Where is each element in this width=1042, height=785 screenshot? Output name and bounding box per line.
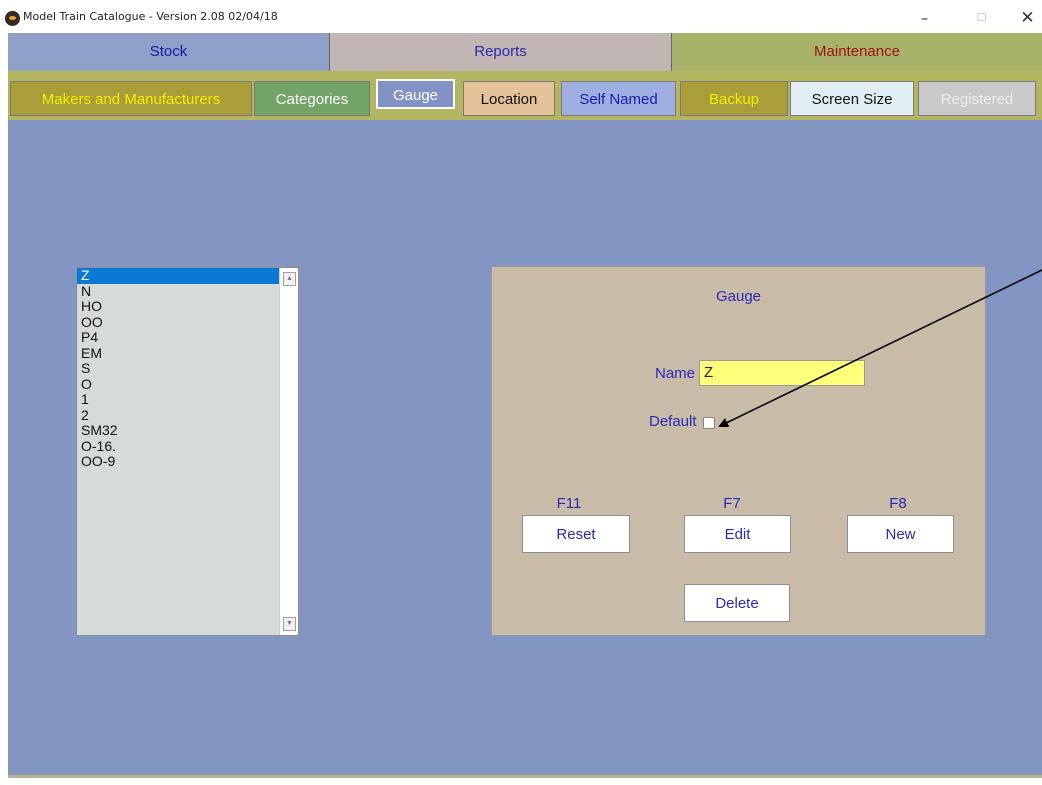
new-button[interactable]: New [847, 515, 954, 553]
list-item[interactable]: Z [77, 267, 279, 284]
list-item[interactable]: O-16. [77, 438, 279, 455]
gauge-list[interactable]: Z N HO OO P4 EM S O 1 2 SM32 O-16. OO-9 … [76, 267, 299, 636]
list-item[interactable]: 1 [77, 391, 279, 408]
list-item[interactable]: O [77, 376, 279, 393]
list-scrollbar[interactable]: ▲ ▼ [279, 268, 298, 635]
gauge-list-items: Z N HO OO P4 EM S O 1 2 SM32 O-16. OO-9 [77, 267, 279, 470]
sub-tab-bar: Makers and Manufacturers Categories Gaug… [8, 71, 1042, 120]
tab-stock[interactable]: Stock [8, 33, 330, 71]
tab-maintenance[interactable]: Maintenance [672, 33, 1042, 71]
new-shortcut-label: F8 [889, 495, 907, 512]
subtab-categories[interactable]: Categories [254, 81, 370, 116]
subtab-gauge[interactable]: Gauge [376, 79, 455, 109]
edit-shortcut-label: F7 [723, 495, 741, 512]
subtab-makers-and-manufacturers[interactable]: Makers and Manufacturers [10, 81, 252, 116]
subtab-backup[interactable]: Backup [680, 81, 788, 116]
title-bar: Model Train Catalogue - Version 2.08 02/… [0, 0, 1042, 33]
list-item[interactable]: 2 [77, 407, 279, 424]
default-checkbox[interactable] [703, 417, 715, 429]
name-label: Name [655, 365, 696, 382]
maximize-button[interactable]: ☐ [959, 5, 1004, 31]
delete-button[interactable]: Delete [684, 584, 790, 622]
list-item[interactable]: OO-9 [77, 453, 279, 470]
tab-reports[interactable]: Reports [330, 33, 672, 71]
gauge-panel: Gauge Name Z Default F11 F7 F8 Reset Edi… [491, 266, 986, 636]
edit-button[interactable]: Edit [684, 515, 791, 553]
list-item[interactable]: N [77, 283, 279, 300]
panel-title: Gauge [715, 288, 762, 305]
default-label: Default [649, 413, 697, 430]
reset-button[interactable]: Reset [522, 515, 630, 553]
list-item[interactable]: OO [77, 314, 279, 331]
scroll-up-icon[interactable]: ▲ [283, 272, 296, 286]
subtab-location[interactable]: Location [463, 81, 555, 116]
window-title: Model Train Catalogue - Version 2.08 02/… [23, 10, 278, 23]
scroll-down-icon[interactable]: ▼ [283, 617, 296, 631]
close-button[interactable]: ✕ [1005, 5, 1042, 31]
bottom-border [8, 775, 1042, 778]
list-item[interactable]: SM32 [77, 422, 279, 439]
list-item[interactable]: S [77, 360, 279, 377]
minimize-button[interactable]: – [902, 5, 947, 31]
list-item[interactable]: HO [77, 298, 279, 315]
subtab-registered: Registered [918, 81, 1036, 116]
name-field[interactable]: Z [699, 360, 865, 386]
reset-shortcut-label: F11 [556, 495, 582, 512]
list-item[interactable]: P4 [77, 329, 279, 346]
list-item[interactable]: EM [77, 345, 279, 362]
main-tabs: Stock Reports Maintenance [8, 33, 1042, 71]
subtab-screen-size[interactable]: Screen Size [790, 81, 914, 116]
subtab-self-named[interactable]: Self Named [561, 81, 676, 116]
app-icon [5, 11, 20, 26]
